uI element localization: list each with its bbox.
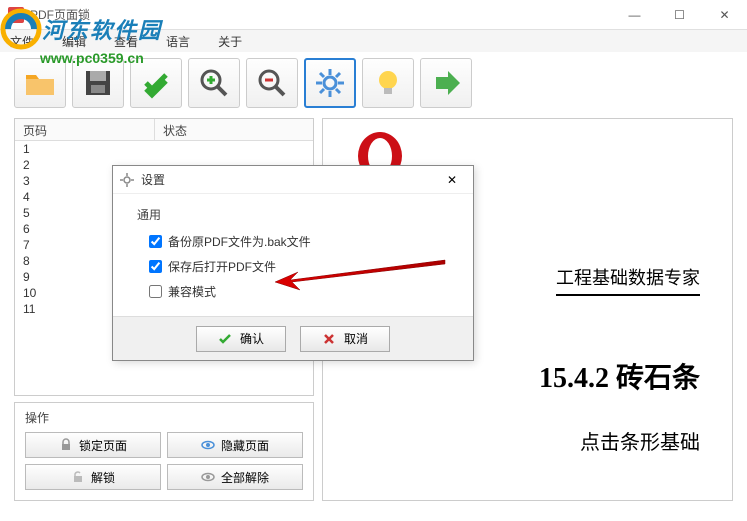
ok-label: 确认 — [240, 330, 264, 347]
hide-page-button[interactable]: 隐藏页面 — [167, 432, 303, 458]
lightbulb-icon — [370, 65, 406, 101]
dialog-footer: 确认 取消 — [113, 316, 473, 360]
dialog-title: 设置 — [141, 171, 437, 188]
compat-checkbox[interactable] — [149, 285, 162, 298]
open-after-checkbox[interactable] — [149, 260, 162, 273]
save-icon — [80, 65, 116, 101]
col-page[interactable]: 页码 — [15, 119, 155, 140]
gear-icon — [312, 65, 348, 101]
close-button[interactable]: ✕ — [702, 0, 747, 30]
backup-checkbox[interactable] — [149, 235, 162, 248]
svg-text:P: P — [13, 11, 20, 22]
go-button[interactable] — [420, 58, 472, 108]
list-item[interactable]: 1 — [15, 141, 313, 157]
lock-icon — [59, 438, 73, 452]
dialog-close-button[interactable]: ✕ — [437, 169, 467, 191]
check-icon — [138, 65, 174, 101]
dialog-titlebar[interactable]: 设置 ✕ — [113, 166, 473, 194]
unhide-all-button[interactable]: 全部解除 — [167, 464, 303, 490]
unlock-label: 解锁 — [91, 469, 115, 486]
eye-icon — [201, 438, 215, 452]
close-icon — [322, 332, 336, 346]
preview-text: 点击条形基础 — [355, 426, 700, 455]
dialog-body: 通用 备份原PDF文件为.bak文件 保存后打开PDF文件 兼容模式 — [113, 194, 473, 316]
backup-label: 备份原PDF文件为.bak文件 — [168, 233, 311, 250]
minimize-button[interactable]: — — [612, 0, 657, 30]
option-backup[interactable]: 备份原PDF文件为.bak文件 — [149, 233, 449, 250]
zoom-in-icon — [196, 65, 232, 101]
open-button[interactable] — [14, 58, 66, 108]
menu-view[interactable]: 查看 — [114, 33, 138, 50]
save-button[interactable] — [72, 58, 124, 108]
lock-page-button[interactable]: 锁定页面 — [25, 432, 161, 458]
cancel-label: 取消 — [344, 330, 368, 347]
maximize-button[interactable]: ☐ — [657, 0, 702, 30]
menu-file[interactable]: 文件 — [10, 33, 34, 50]
open-folder-icon — [22, 65, 58, 101]
menu-about[interactable]: 关于 — [218, 33, 242, 50]
option-compat[interactable]: 兼容模式 — [149, 283, 449, 300]
menu-edit[interactable]: 编辑 — [62, 33, 86, 50]
check-icon — [218, 332, 232, 346]
toolbar — [0, 52, 747, 114]
lock-page-label: 锁定页面 — [79, 437, 127, 454]
ok-button[interactable]: 确认 — [196, 326, 286, 352]
operations-panel: 操作 锁定页面 隐藏页面 解锁 全部解除 — [14, 402, 314, 501]
zoom-in-button[interactable] — [188, 58, 240, 108]
arrow-right-icon — [428, 65, 464, 101]
eye-off-icon — [201, 470, 215, 484]
hide-page-label: 隐藏页面 — [221, 437, 269, 454]
unlock-icon — [71, 470, 85, 484]
compat-label: 兼容模式 — [168, 283, 216, 300]
list-header: 页码 状态 — [15, 119, 313, 141]
zoom-out-icon — [254, 65, 290, 101]
window-titlebar: P PDF页面锁 — ☐ ✕ — [0, 0, 747, 30]
cancel-button[interactable]: 取消 — [300, 326, 390, 352]
tip-button[interactable] — [362, 58, 414, 108]
preview-heading: 15.4.2 砖石条 — [355, 356, 700, 396]
operations-title: 操作 — [25, 409, 303, 426]
menubar: 文件 编辑 查看 语言 关于 — [0, 30, 747, 52]
open-after-label: 保存后打开PDF文件 — [168, 258, 276, 275]
unhide-all-label: 全部解除 — [221, 469, 269, 486]
apply-button[interactable] — [130, 58, 182, 108]
group-general: 通用 — [137, 206, 449, 223]
app-icon: P — [8, 7, 24, 23]
window-title: PDF页面锁 — [30, 6, 612, 23]
col-status[interactable]: 状态 — [155, 119, 195, 140]
settings-button[interactable] — [304, 58, 356, 108]
menu-language[interactable]: 语言 — [166, 33, 190, 50]
unlock-button[interactable]: 解锁 — [25, 464, 161, 490]
gear-icon — [119, 172, 135, 188]
zoom-out-button[interactable] — [246, 58, 298, 108]
preview-subtitle: 工程基础数据专家 — [556, 264, 700, 296]
settings-dialog: 设置 ✕ 通用 备份原PDF文件为.bak文件 保存后打开PDF文件 兼容模式 … — [112, 165, 474, 361]
option-open-after[interactable]: 保存后打开PDF文件 — [149, 258, 449, 275]
